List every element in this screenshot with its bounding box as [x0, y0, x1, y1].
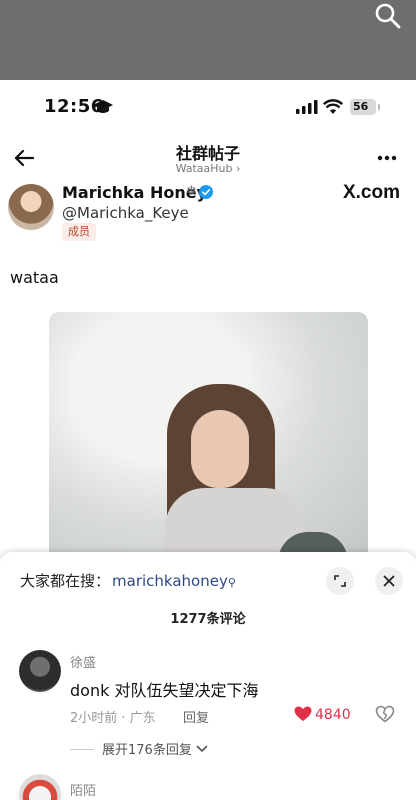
chevron-down-icon: [196, 745, 208, 753]
search-icon[interactable]: [374, 2, 402, 30]
more-options-icon[interactable]: [376, 148, 398, 168]
verified-badge-icon: [199, 185, 213, 199]
trending-search-prefix: 大家都在搜：: [20, 572, 111, 590]
expand-replies-label: 展开176条回复: [102, 743, 192, 758]
comment-time-location: 2小时前 · 广东: [70, 711, 156, 726]
wifi-icon: [323, 99, 343, 114]
comment-text[interactable]: donk 对队伍失望决定下海: [70, 677, 258, 701]
nav-bar: 社群帖子 WataaHub ›: [0, 138, 416, 178]
cellular-signal-icon: [296, 100, 318, 114]
commenter-name[interactable]: 陌陌: [70, 780, 96, 799]
post-author: Marichka Honey ❄ @Marichka_Keye 成员 X.com: [0, 182, 416, 248]
graduation-cap-icon: [93, 100, 113, 113]
author-avatar[interactable]: [8, 184, 54, 230]
comment-count: 1277条评论: [170, 612, 246, 627]
close-icon[interactable]: [375, 567, 403, 595]
top-overlay-bar: [0, 0, 416, 80]
source-label: X.com: [342, 182, 400, 203]
comment-item: 陌陌: [0, 774, 416, 800]
like-button[interactable]: 4840: [294, 706, 351, 723]
battery-indicator: 56: [350, 99, 380, 115]
comment-item: 徐盛 donk 对队伍失望决定下海 2小时前 · 广东 回复 4840 展开17…: [0, 650, 416, 760]
member-badge: 成员: [62, 223, 96, 241]
heart-icon: [294, 706, 312, 721]
replies-divider: [70, 749, 94, 750]
reply-button[interactable]: 回复: [183, 707, 209, 726]
snowflake-icon: ❄: [186, 184, 197, 199]
like-count: 4840: [315, 707, 351, 723]
author-handle: @Marichka_Keye: [62, 204, 189, 222]
trending-search[interactable]: 大家都在搜： marichkahoney⚲: [20, 570, 236, 591]
community-link[interactable]: WataaHub ›: [0, 162, 416, 175]
post-text: wataa: [10, 268, 59, 287]
broken-heart-icon[interactable]: [375, 705, 395, 723]
trending-search-term[interactable]: marichkahoney: [112, 572, 228, 590]
page-title: 社群帖子: [175, 144, 240, 163]
small-search-icon: ⚲: [227, 576, 236, 589]
expand-icon[interactable]: [326, 567, 354, 595]
expand-replies-button[interactable]: 展开176条回复: [70, 739, 208, 758]
commenter-avatar[interactable]: [19, 650, 61, 692]
commenter-name[interactable]: 徐盛: [70, 652, 96, 671]
commenter-avatar[interactable]: [19, 774, 61, 800]
photo-subject-face: [191, 410, 249, 488]
post-image[interactable]: [49, 312, 368, 562]
status-bar: 12:56 56: [0, 96, 416, 120]
